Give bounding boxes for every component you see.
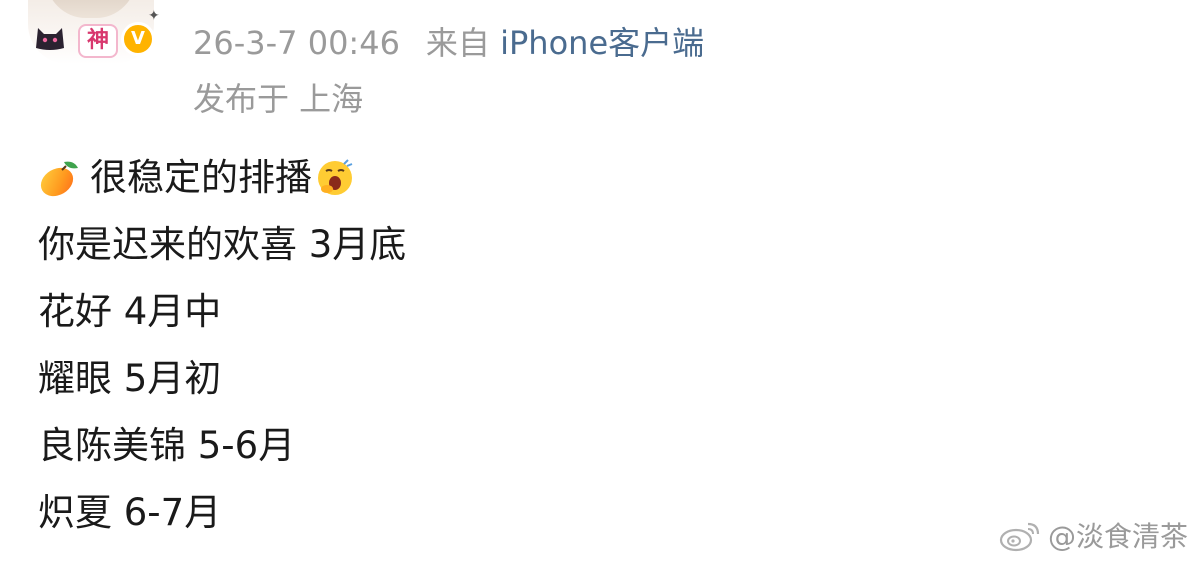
post-location: 发布于 上海: [193, 80, 364, 118]
post-body: 很稳定的排播 你是迟来的欢喜 3月底 花好 4月中 耀眼 5月初 良陈美锦 5-…: [38, 155, 406, 557]
post-line: 花好 4月中: [38, 290, 222, 333]
watermark: @淡食清茶: [998, 516, 1188, 554]
post-line: 炽夏 6-7月: [38, 491, 222, 534]
post-meta: 26-3-7 00:46 来自 iPhone客户端: [193, 20, 704, 66]
post-line: 良陈美锦 5-6月: [38, 424, 296, 467]
watermark-text: @淡食清茶: [1047, 520, 1188, 553]
post-line: 耀眼 5月初: [38, 357, 222, 400]
avatar-photo: [46, 0, 136, 18]
post-timestamp: 26-3-7 00:46: [193, 24, 400, 62]
weibo-logo-icon: [999, 522, 1040, 552]
verified-badge-icon: V: [121, 22, 155, 56]
source-prefix: 来自: [425, 24, 490, 62]
post-line: 很稳定的排播: [38, 155, 406, 200]
black-cat-icon: [36, 28, 64, 50]
yawning-face-icon: [318, 158, 353, 195]
source-client-link[interactable]: iPhone客户端: [500, 24, 704, 62]
post-line: 你是迟来的欢喜 3月底: [38, 223, 407, 266]
post-line-text: 很稳定的排播: [90, 156, 312, 199]
mango-icon: [40, 161, 78, 196]
avatar-sticker: 神: [78, 24, 118, 58]
sparkle-icon: ✦: [148, 8, 160, 24]
